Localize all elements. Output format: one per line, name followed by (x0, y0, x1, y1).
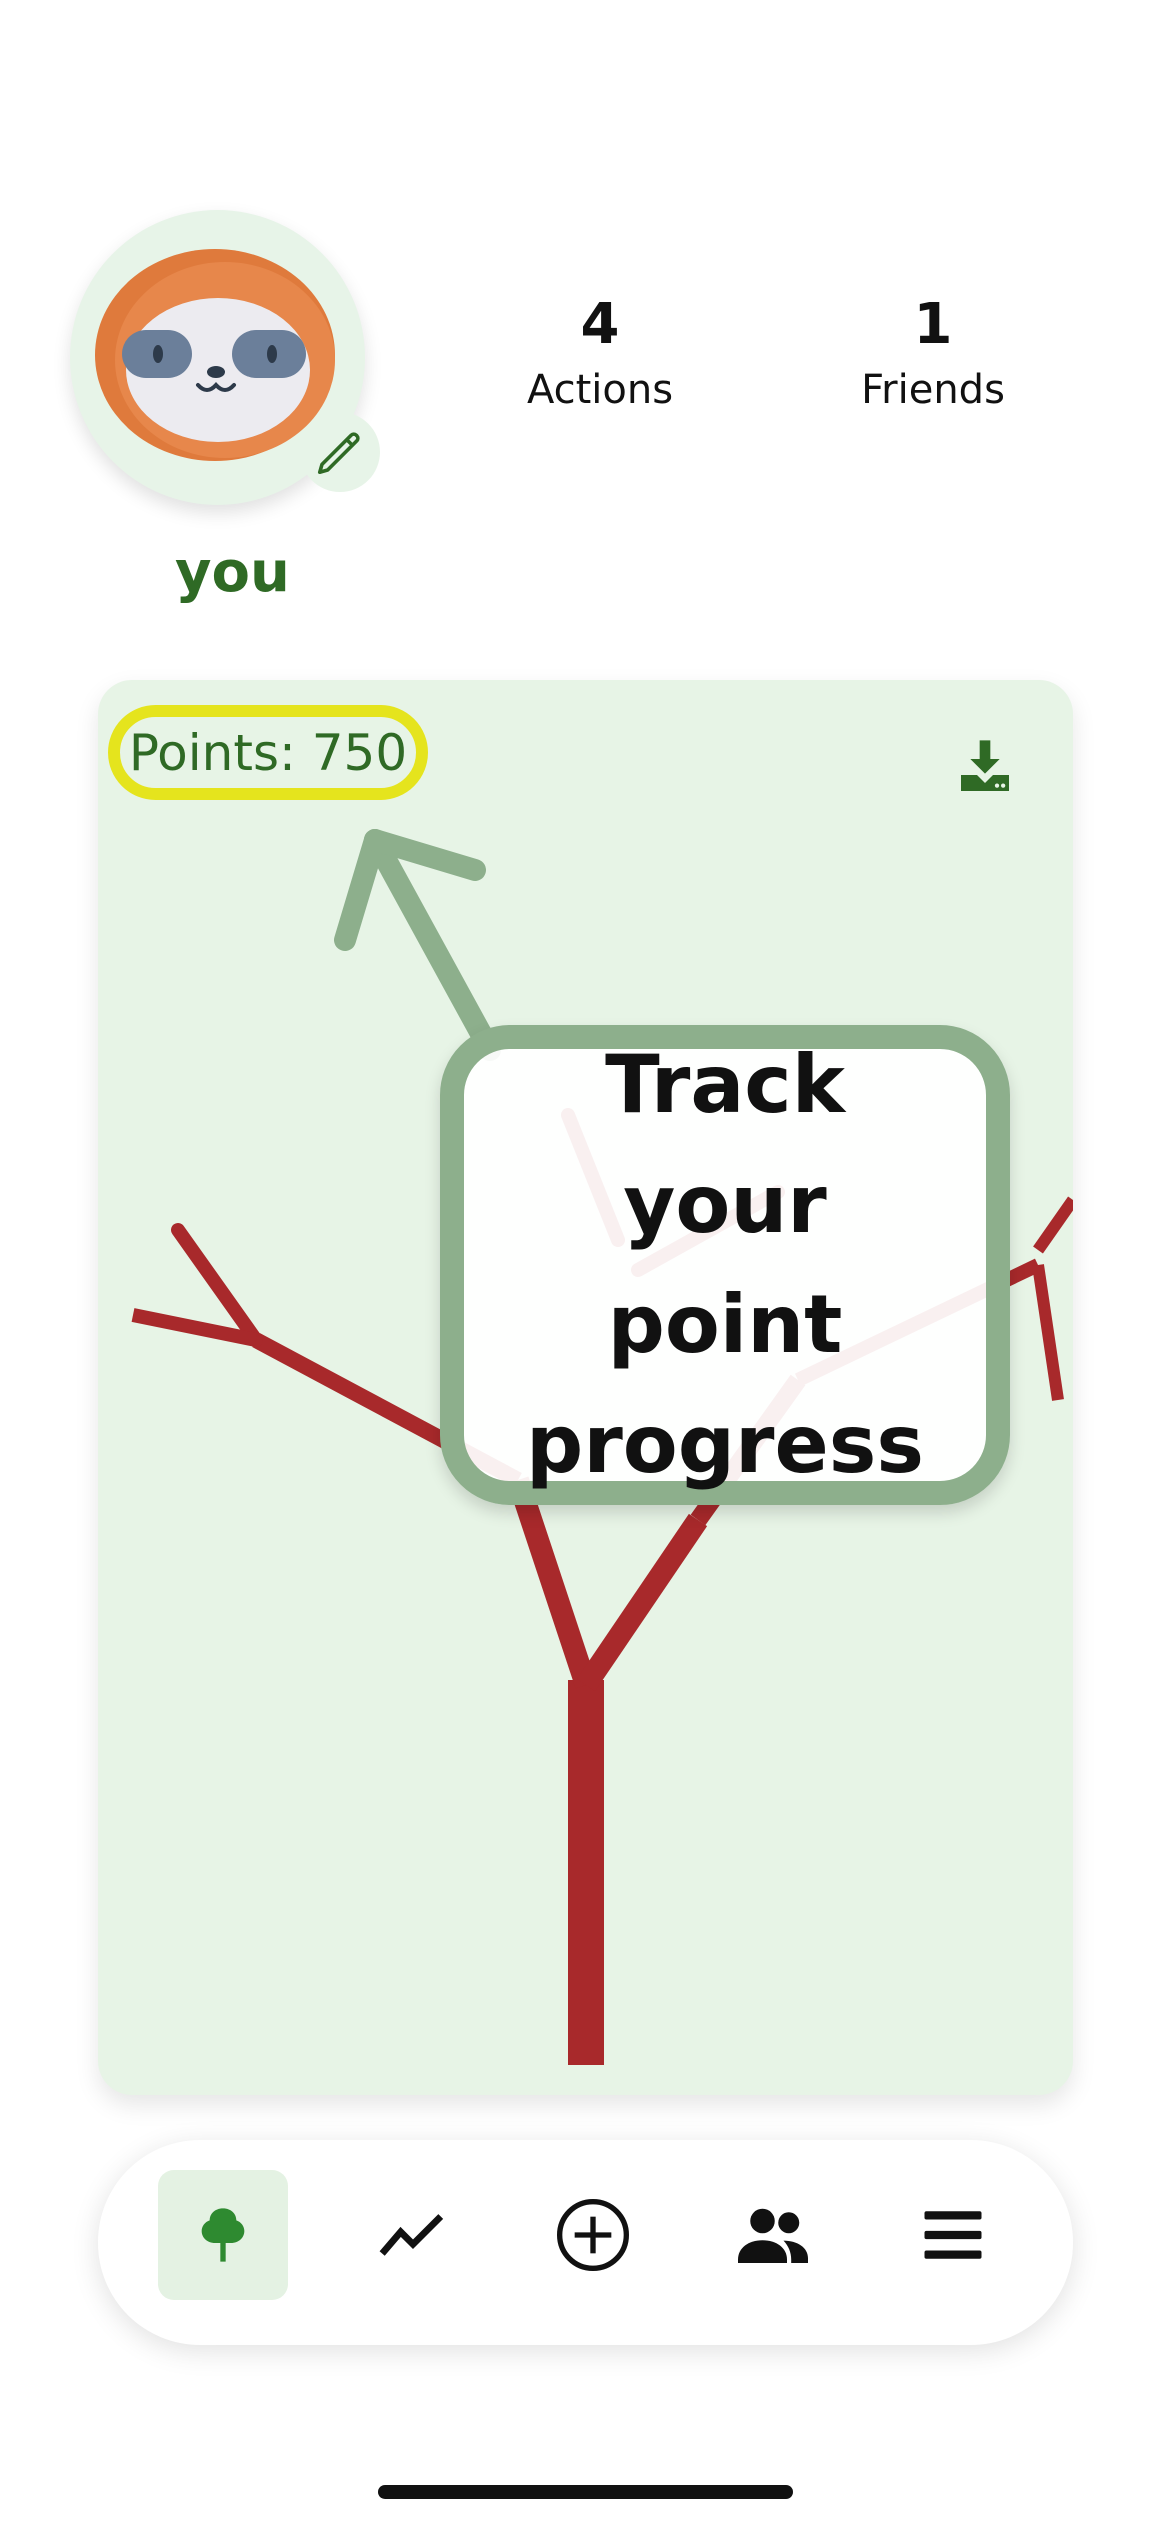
people-icon (738, 2208, 808, 2263)
nav-add-button[interactable] (528, 2170, 658, 2300)
onboarding-tooltip[interactable]: Track your point progress (440, 1025, 1010, 1505)
home-indicator (378, 2485, 793, 2499)
nav-friends-button[interactable] (708, 2170, 838, 2300)
nav-menu-button[interactable] (888, 2170, 1018, 2300)
tree-icon (201, 2208, 245, 2262)
tooltip-text: Track your point progress (526, 1038, 924, 1491)
plus-circle-icon (557, 2199, 629, 2271)
hamburger-menu-icon (924, 2211, 982, 2259)
nav-stats-button[interactable] (348, 2170, 478, 2300)
bottom-navigation (98, 2140, 1073, 2345)
nav-tree-button[interactable] (158, 2170, 288, 2300)
trend-line-icon (379, 2214, 444, 2256)
